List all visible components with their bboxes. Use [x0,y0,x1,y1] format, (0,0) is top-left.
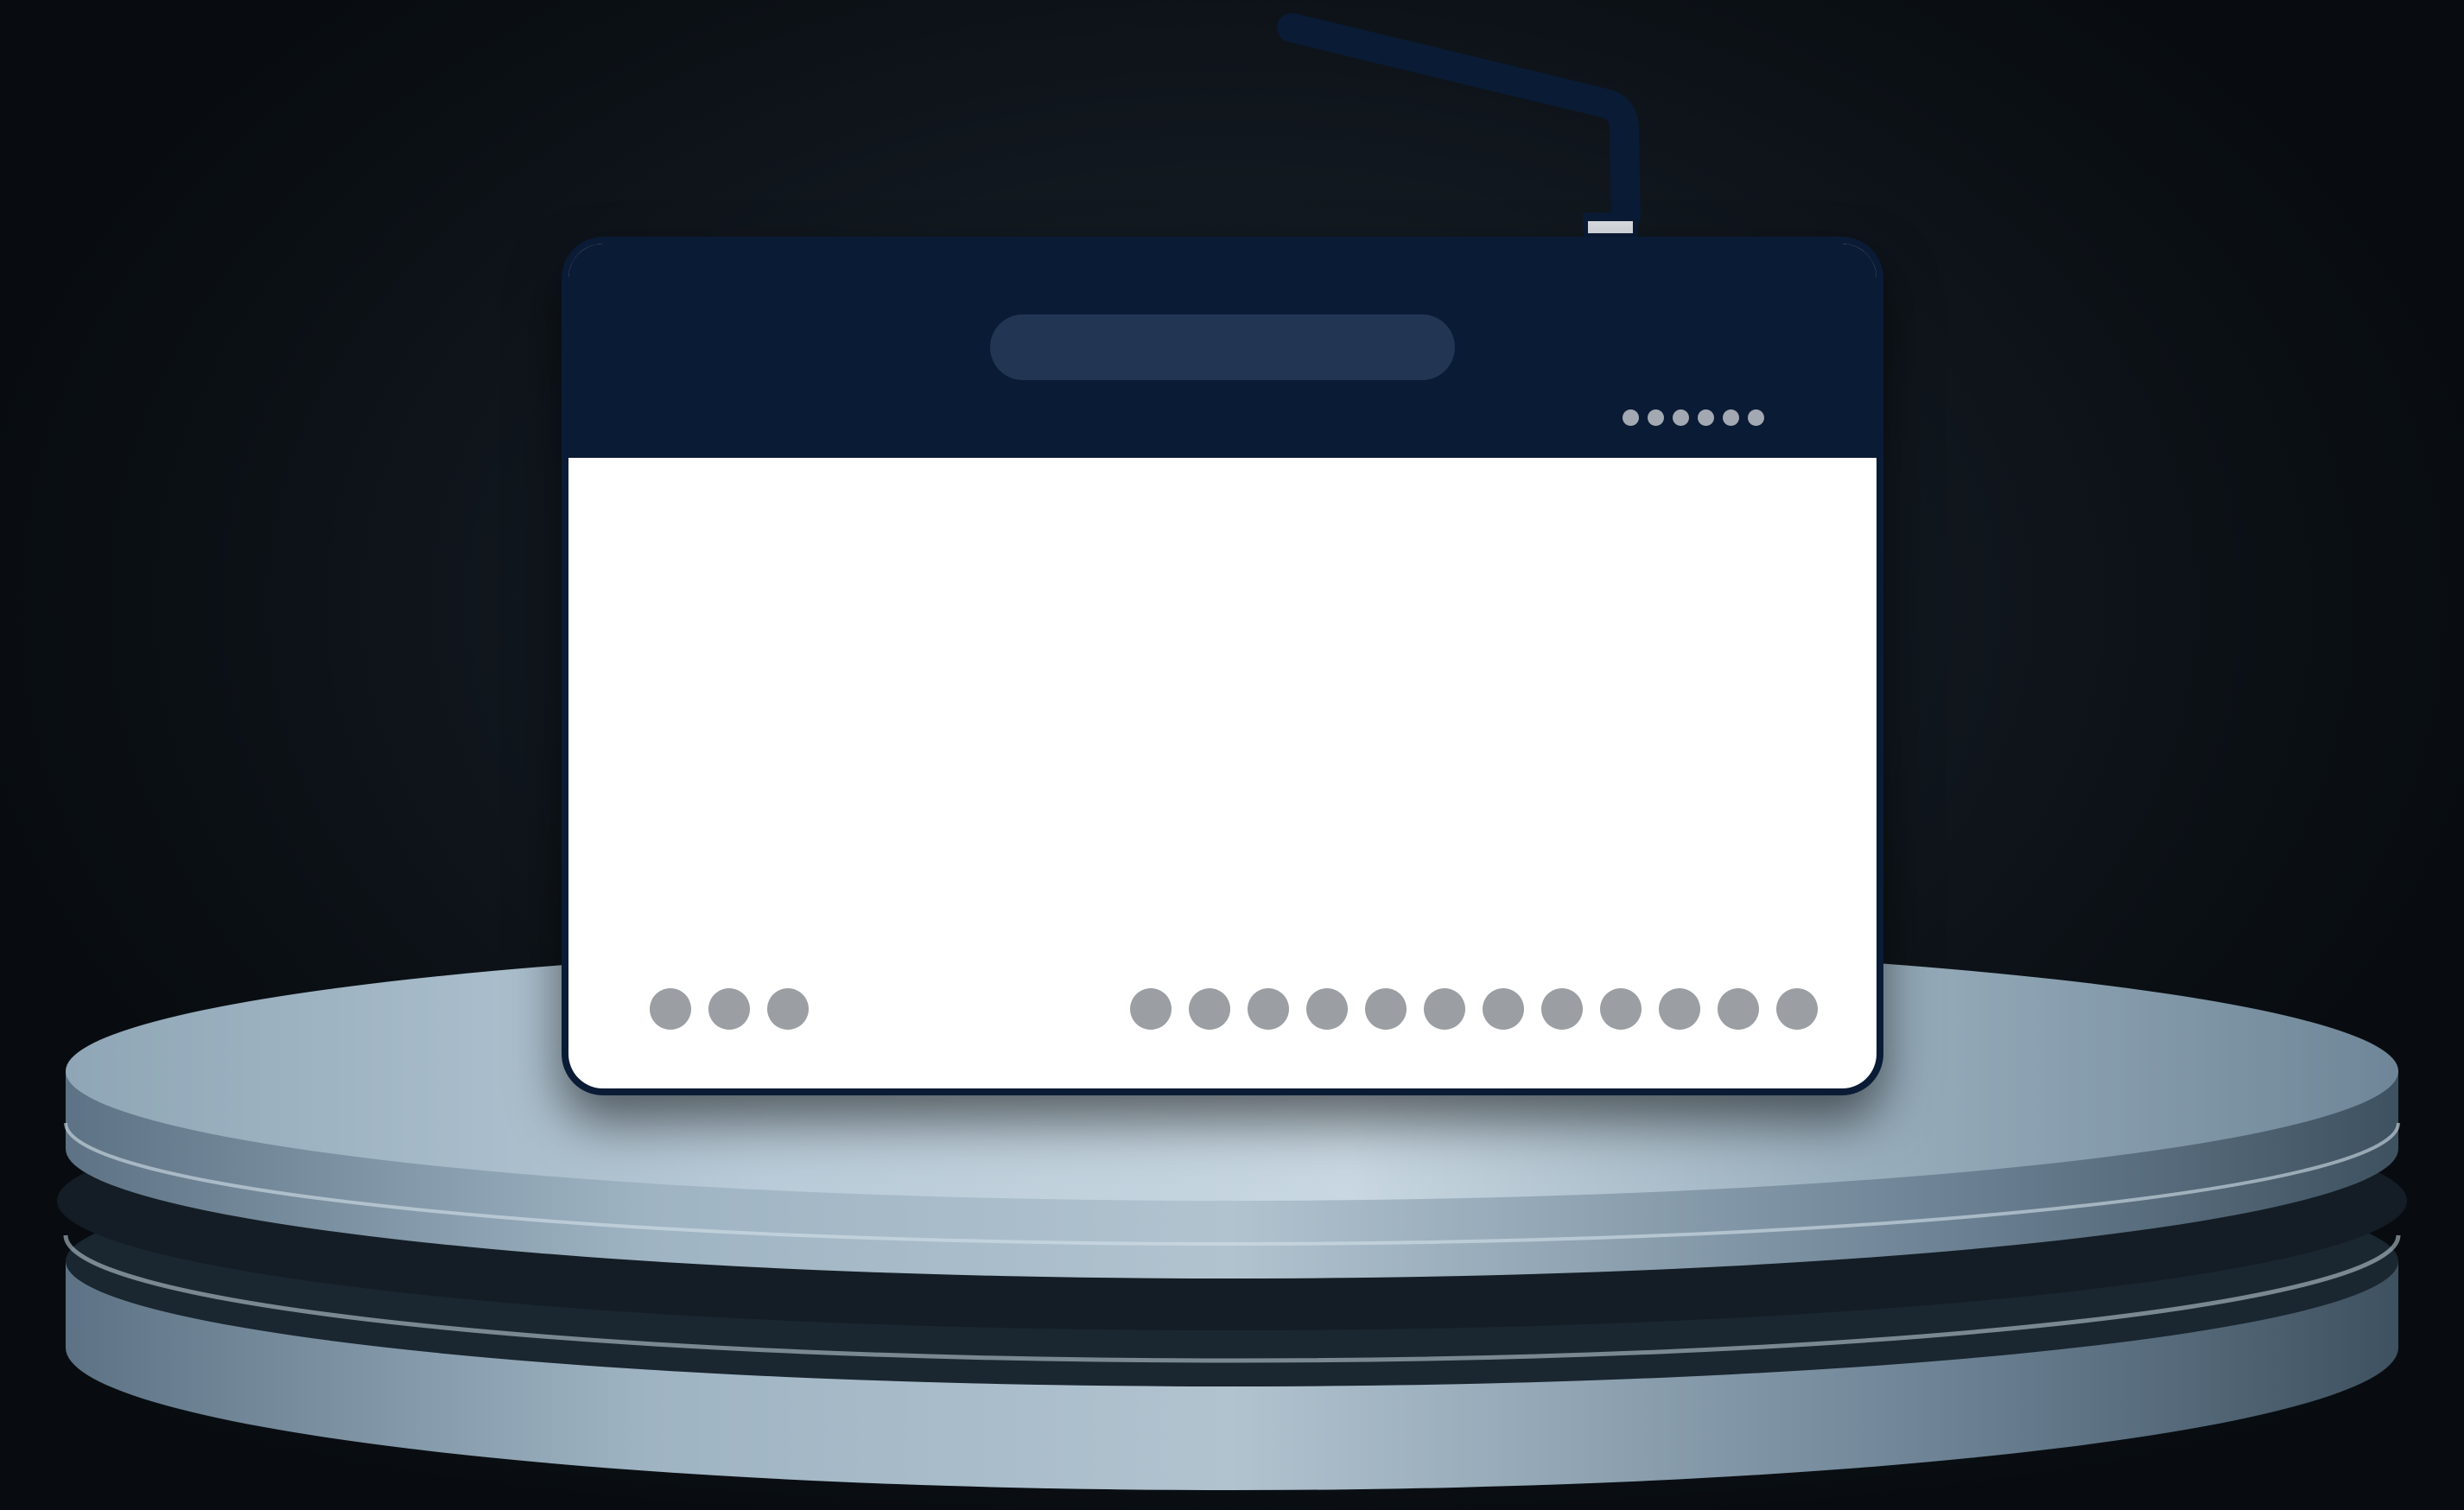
port [1130,988,1172,1030]
port [1424,988,1465,1030]
antenna-icon [1277,13,1641,238]
router-body [562,237,1883,1095]
port [1541,988,1583,1030]
indicator-light [1723,409,1739,426]
router-label-pill [990,314,1455,380]
indicator-light [1623,409,1639,426]
port [767,988,809,1030]
port [1483,988,1524,1030]
port [1776,988,1818,1030]
indicator-light [1648,409,1664,426]
port [1365,988,1407,1030]
indicator-lights [1623,409,1764,426]
router-top-panel [568,244,1877,458]
indicator-light [1698,409,1714,426]
port [1189,988,1230,1030]
right-ports [1130,988,1818,1030]
indicator-light [1748,409,1764,426]
port [1718,988,1759,1030]
port [1659,988,1700,1030]
port [708,988,750,1030]
port [1248,988,1289,1030]
port [1600,988,1642,1030]
scene [0,0,2464,1510]
indicator-light [1673,409,1689,426]
left-ports [650,988,809,1030]
port [1306,988,1348,1030]
port [650,988,691,1030]
